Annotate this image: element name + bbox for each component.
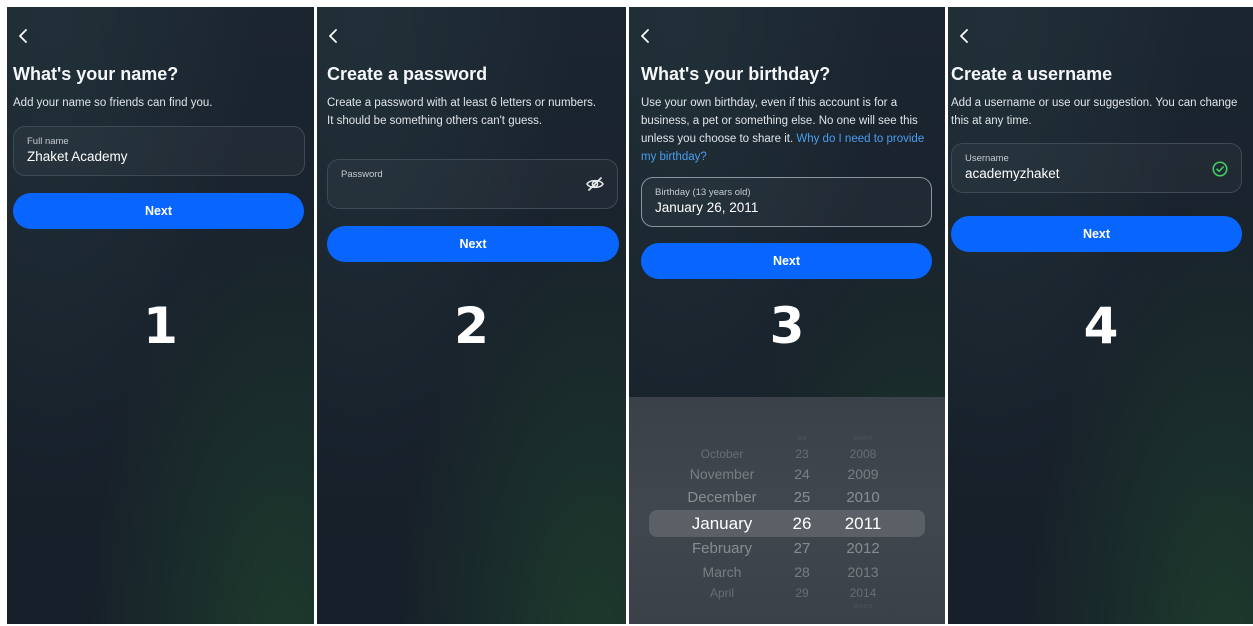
screen-password: Create a password Create a password with… — [317, 7, 626, 624]
picker-day-item[interactable]: 28 — [787, 564, 817, 580]
check-circle-icon — [1212, 161, 1228, 177]
next-button[interactable]: Next — [951, 216, 1242, 252]
picker-month-item[interactable]: March — [667, 564, 777, 580]
month-column[interactable]: October November December January Februa… — [667, 397, 777, 624]
field-label: Birthday (13 years old) — [655, 187, 751, 198]
picker-month-item[interactable]: October — [667, 447, 777, 461]
date-picker-wheel[interactable]: October November December January Februa… — [629, 397, 945, 624]
picker-month-item[interactable]: February — [667, 540, 777, 557]
next-button[interactable]: Next — [13, 193, 304, 229]
username-field[interactable]: Username academyzhaket — [951, 143, 1242, 193]
full-name-field[interactable]: Full name Zhaket Academy — [13, 126, 305, 176]
page-subtitle: Use your own birthday, even if this acco… — [641, 94, 935, 166]
picker-year-item[interactable]: 2007 — [835, 435, 891, 441]
step-number: 3 — [769, 297, 805, 355]
page-title: Create a username — [951, 64, 1113, 84]
picker-month-item[interactable]: December — [667, 489, 777, 506]
page-subtitle: Add your name so friends can find you. — [13, 97, 213, 109]
field-label: Password — [341, 169, 383, 180]
picker-month-selected[interactable]: January — [667, 514, 777, 534]
field-label: Full name — [27, 136, 69, 147]
picker-year-item[interactable]: 2009 — [835, 466, 891, 482]
picker-day-selected[interactable]: 26 — [787, 514, 817, 534]
picker-day-item[interactable]: 29 — [787, 586, 817, 600]
page-title: Create a password — [327, 64, 488, 84]
next-button[interactable]: Next — [327, 226, 619, 262]
back-button[interactable] — [326, 27, 342, 45]
picker-year-item[interactable]: 2013 — [835, 564, 891, 580]
picker-day-item[interactable]: 24 — [787, 466, 817, 482]
step-number: 2 — [454, 297, 489, 355]
username-valid-indicator — [1211, 160, 1229, 178]
picker-year-item[interactable]: 2010 — [835, 489, 891, 506]
screen-birthday: What's your birthday? Use your own birth… — [629, 7, 945, 624]
step-number: 4 — [1083, 297, 1119, 355]
page-subtitle: Add a username or use our suggestion. Yo… — [951, 97, 1238, 127]
back-button[interactable] — [16, 27, 32, 45]
full-name-input[interactable]: Zhaket Academy — [27, 149, 128, 164]
picker-day-item[interactable]: 23 — [787, 447, 817, 461]
eye-slash-icon — [586, 177, 604, 191]
chevron-left-icon — [641, 29, 649, 43]
picker-day-item[interactable]: 27 — [787, 540, 817, 557]
picker-year-item[interactable]: 2014 — [835, 586, 891, 600]
picker-day-item[interactable]: 22 — [787, 435, 817, 441]
password-field[interactable]: Password — [327, 159, 618, 209]
picker-year-selected[interactable]: 2011 — [835, 514, 891, 534]
screen-username: Create a username Add a username or use … — [948, 7, 1253, 624]
birthday-input[interactable]: January 26, 2011 — [655, 200, 758, 215]
next-button[interactable]: Next — [641, 243, 932, 279]
page-subtitle: Create a password with at least 6 letter… — [327, 97, 597, 127]
page-title: What's your name? — [13, 64, 179, 84]
picker-day-item[interactable]: 25 — [787, 489, 817, 506]
picker-year-item[interactable]: 2008 — [835, 447, 891, 461]
picker-month-item[interactable]: April — [667, 586, 777, 600]
back-button[interactable] — [957, 27, 973, 45]
birthday-field[interactable]: Birthday (13 years old) January 26, 2011 — [641, 177, 932, 227]
year-column[interactable]: 2007 2008 2009 2010 2011 2012 2013 2014 … — [835, 397, 891, 624]
picker-year-item[interactable]: 2015 — [835, 603, 891, 609]
day-column[interactable]: 22 23 24 25 26 27 28 29 — [787, 397, 817, 624]
chevron-left-icon — [329, 29, 337, 43]
page-title: What's your birthday? — [641, 64, 831, 84]
screen-full-name: What's your name? Add your name so frien… — [7, 7, 314, 624]
back-button[interactable] — [638, 27, 654, 45]
picker-year-item[interactable]: 2012 — [835, 540, 891, 557]
field-label: Username — [965, 153, 1009, 164]
chevron-left-icon — [19, 29, 27, 43]
chevron-left-icon — [960, 29, 968, 43]
show-password-toggle[interactable] — [585, 174, 605, 194]
step-number: 1 — [143, 297, 178, 355]
picker-month-item[interactable]: November — [667, 466, 777, 482]
username-input[interactable]: academyzhaket — [965, 166, 1060, 181]
